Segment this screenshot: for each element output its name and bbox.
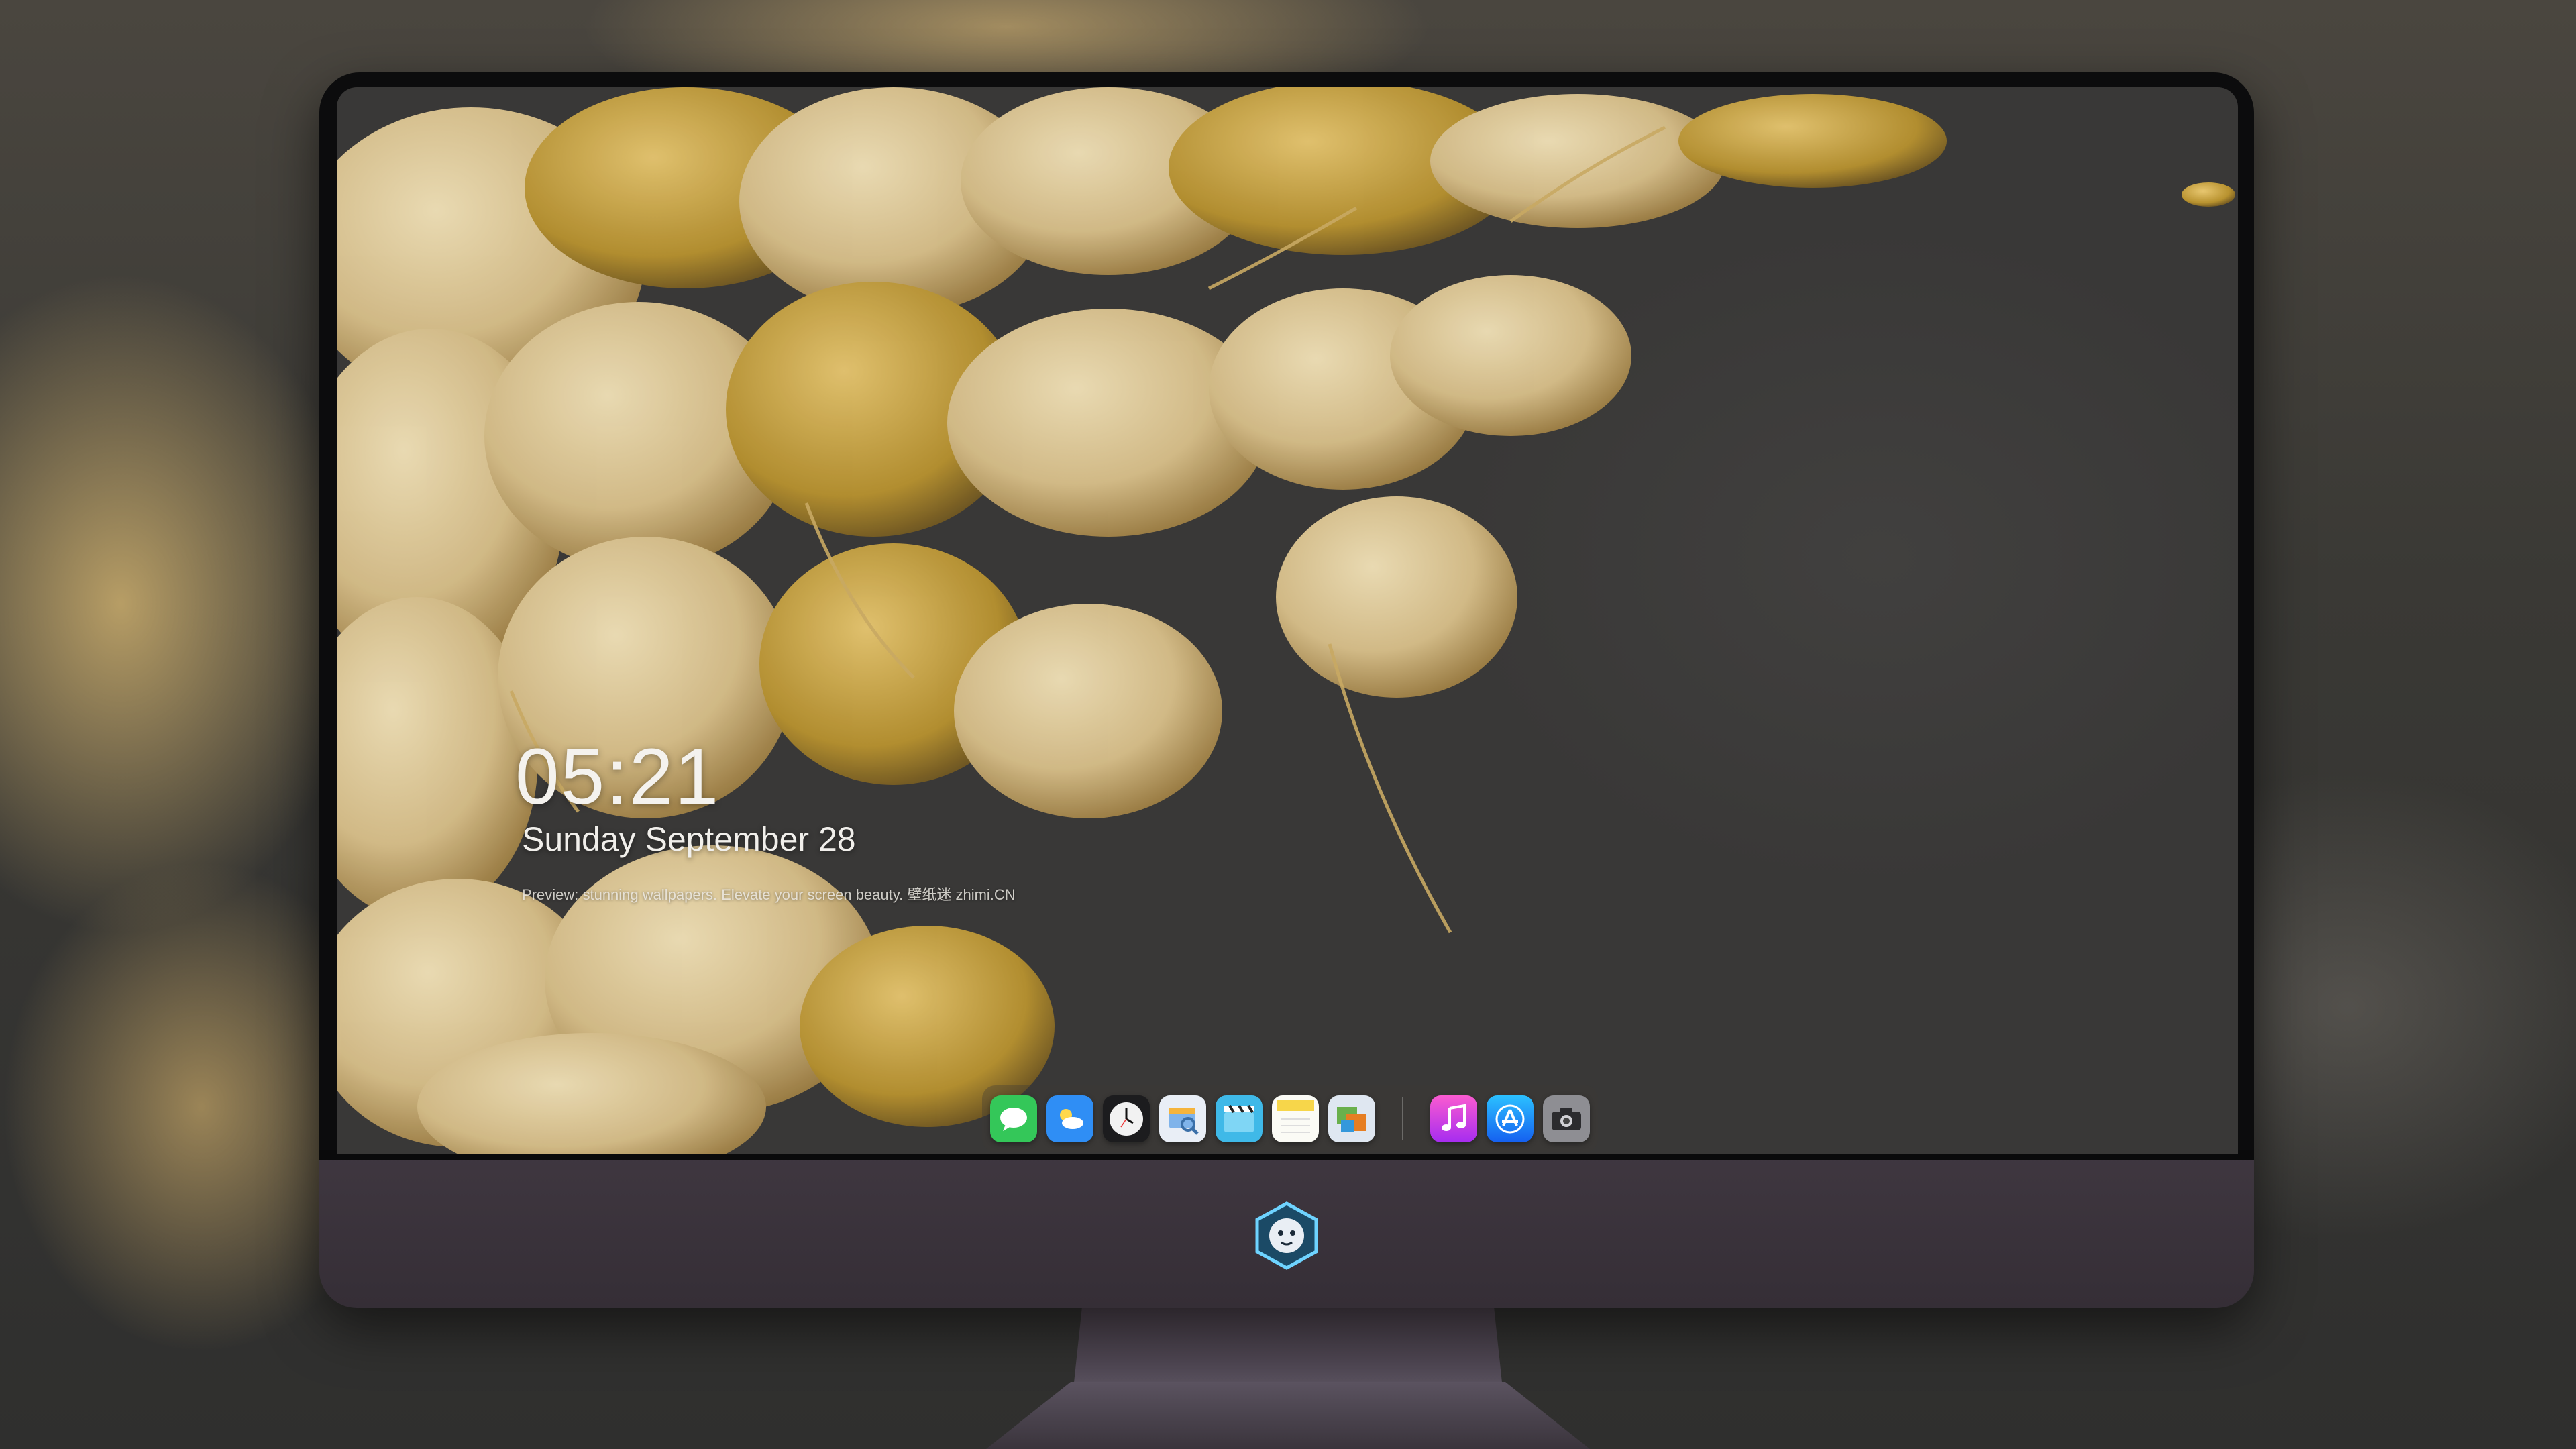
messages-icon[interactable] bbox=[990, 1095, 1037, 1142]
dock-separator bbox=[1402, 1097, 1403, 1140]
camera-icon[interactable] bbox=[1543, 1095, 1590, 1142]
desktop-screen: 05:21 Sunday September 28 Preview: stunn… bbox=[337, 87, 2238, 1154]
music-icon[interactable] bbox=[1430, 1095, 1477, 1142]
dock bbox=[982, 1085, 1598, 1152]
clock-icon[interactable] bbox=[1103, 1095, 1150, 1142]
lockscreen-preview-text: Preview: stunning wallpapers. Elevate yo… bbox=[522, 886, 1016, 903]
weather-icon[interactable] bbox=[1046, 1095, 1093, 1142]
clips-icon[interactable] bbox=[1216, 1095, 1263, 1142]
app-store-icon[interactable] bbox=[1487, 1095, 1534, 1142]
monitor-stand-foot bbox=[986, 1382, 1590, 1449]
brand-logo-icon bbox=[1252, 1201, 1322, 1271]
lockscreen-date: Sunday September 28 bbox=[522, 820, 856, 858]
preview-icon[interactable] bbox=[1159, 1095, 1206, 1142]
monitor-stand-neck bbox=[1073, 1308, 1503, 1389]
wallpaper-leaves bbox=[337, 87, 2235, 1154]
photos-icon[interactable] bbox=[1328, 1095, 1375, 1142]
lockscreen-time: 05:21 bbox=[515, 733, 720, 821]
notes-icon[interactable] bbox=[1272, 1095, 1319, 1142]
